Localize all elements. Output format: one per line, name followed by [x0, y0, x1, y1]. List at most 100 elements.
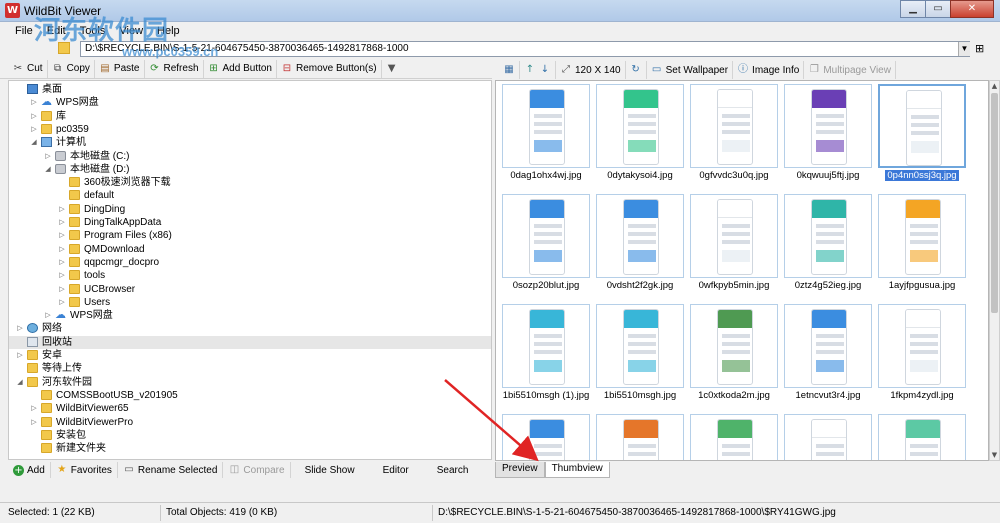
- thumbnail-size-button[interactable]: ⤢ 120 X 140: [556, 61, 626, 79]
- tree-item[interactable]: 桌面: [9, 83, 491, 96]
- scroll-down-icon[interactable]: ▼: [990, 450, 999, 460]
- paste-button[interactable]: ▤ Paste: [95, 59, 145, 78]
- expand-icon[interactable]: ▷: [29, 123, 39, 136]
- tree-item[interactable]: COMSSBootUSB_v201905: [9, 389, 491, 402]
- thumbnail-tile[interactable]: 0ztz4g52ieg.jpg: [784, 194, 872, 300]
- tree-item[interactable]: 安装包: [9, 429, 491, 442]
- expand-icon[interactable]: ▷: [57, 296, 67, 309]
- editor-button[interactable]: Editor: [369, 462, 423, 478]
- scrollbar-thumb[interactable]: [991, 93, 998, 313]
- tree-item[interactable]: 回收站: [9, 335, 491, 349]
- thumbnail-tile[interactable]: 1c0xtkoda2m.jpg: [690, 304, 778, 410]
- tree-item[interactable]: 等待上传: [9, 362, 491, 375]
- expand-icon[interactable]: ▷: [15, 349, 25, 362]
- path-dropdown-icon[interactable]: ▼: [958, 42, 970, 56]
- collapse-icon[interactable]: ◢: [15, 376, 25, 389]
- close-button[interactable]: ✕: [950, 0, 994, 18]
- expand-icon[interactable]: ▷: [43, 150, 53, 163]
- collapse-icon[interactable]: ◢: [29, 136, 39, 149]
- tree-item[interactable]: ▷ Program Files (x86): [9, 229, 491, 242]
- expand-icon[interactable]: ▷: [57, 203, 67, 216]
- expand-icon[interactable]: ▷: [43, 309, 53, 322]
- thumbnail-tile[interactable]: 0kqwuuj5ftj.jpg: [784, 84, 872, 190]
- add-favorite-button[interactable]: + Add: [8, 462, 51, 478]
- thumbnail-grid[interactable]: 0dag1ohx4wj.jpg 0dytakysoi4.jpg 0gfvvdc3u0…: [495, 80, 989, 461]
- menu-edit[interactable]: Edit: [40, 22, 73, 40]
- thumbnail-tile[interactable]: 0vdsht2f2gk.jpg: [596, 194, 684, 300]
- tree-item[interactable]: ◢ 计算机: [9, 136, 491, 149]
- expand-icon[interactable]: ▷: [15, 322, 25, 335]
- tree-item[interactable]: ▷ ☁ WPS网盘: [9, 96, 491, 109]
- set-wallpaper-button[interactable]: ▭ Set Wallpaper: [647, 61, 734, 79]
- tree-item[interactable]: ◢ 本地磁盘 (D:): [9, 163, 491, 176]
- slideshow-button[interactable]: Slide Show: [291, 462, 369, 478]
- cut-button[interactable]: ✂ Cut: [8, 59, 48, 78]
- thumbnail-tile[interactable]: 0wfkpyb5min.jpg: [690, 194, 778, 300]
- tree-item[interactable]: ▷ tools: [9, 269, 491, 282]
- tree-item[interactable]: ▷ ☁ WPS网盘: [9, 309, 491, 322]
- folder-tree[interactable]: 桌面 ▷ ☁ WPS网盘 ▷ 库 ▷ pc0359 ◢ 计算机 ▷ 本地磁盘 (C:) ◢ 本地磁盘 (D…: [8, 80, 492, 460]
- tree-item[interactable]: default: [9, 189, 491, 202]
- remove-button-button[interactable]: ⊟ Remove Button(s): [277, 59, 382, 78]
- tree-item[interactable]: ▷ UCBrowser: [9, 283, 491, 296]
- tree-item[interactable]: 360极速浏览器下载: [9, 176, 491, 189]
- maximize-button[interactable]: ▭: [925, 0, 951, 18]
- rename-selected-button[interactable]: ▭ Rename Selected: [118, 462, 224, 478]
- expand-icon[interactable]: ▷: [57, 256, 67, 269]
- path-input[interactable]: D:\$RECYCLE.BIN\S-1-5-21-604675450-38700…: [80, 41, 970, 57]
- tab-thumbview[interactable]: Thumbview: [544, 462, 610, 478]
- thumbnail-tile[interactable]: 1bi5510msgh (1).jpg: [502, 304, 590, 410]
- tree-item[interactable]: ▷ Users: [9, 296, 491, 309]
- menu-file[interactable]: File: [8, 22, 40, 40]
- tree-item[interactable]: ▷ qqpcmgr_docpro: [9, 256, 491, 269]
- view-mode-button[interactable]: ▦: [499, 61, 520, 79]
- thumbnail-tile[interactable]: 0gfvvdc3u0q.jpg: [690, 84, 778, 190]
- rotate-button[interactable]: ↻: [626, 61, 647, 79]
- compare-button[interactable]: ◫ Compare: [223, 462, 291, 478]
- thumbnail-tile[interactable]: [690, 414, 778, 460]
- sort-button[interactable]: ↑ ↓: [520, 61, 556, 79]
- tree-item[interactable]: ▷ WildBitViewer65: [9, 402, 491, 415]
- image-info-button[interactable]: ⓘ Image Info: [733, 61, 805, 79]
- tree-item[interactable]: ▷ 网络: [9, 322, 491, 335]
- thumbnail-tile[interactable]: [596, 414, 684, 460]
- expand-icon[interactable]: ▷: [57, 243, 67, 256]
- menu-tools[interactable]: Tools: [73, 22, 113, 40]
- tree-item[interactable]: ▷ 本地磁盘 (C:): [9, 150, 491, 163]
- add-button-button[interactable]: ⊞ Add Button: [204, 59, 277, 78]
- favorites-button[interactable]: ★ Favorites: [51, 462, 118, 478]
- thumbnail-tile[interactable]: 1fkpm4zydl.jpg: [878, 304, 966, 410]
- tree-item[interactable]: ◢ 河东软件园: [9, 376, 491, 389]
- tree-item[interactable]: ▷ DingDing: [9, 203, 491, 216]
- search-button[interactable]: Search: [423, 462, 483, 478]
- expand-icon[interactable]: ▷: [29, 110, 39, 123]
- expand-icon[interactable]: ▷: [29, 402, 39, 415]
- thumbnail-tile[interactable]: [878, 414, 966, 460]
- thumbnail-tile[interactable]: 0sozp20blut.jpg: [502, 194, 590, 300]
- scroll-up-icon[interactable]: ▲: [990, 81, 999, 91]
- thumbnail-tile[interactable]: [502, 414, 590, 460]
- thumbnail-tile[interactable]: [784, 414, 872, 460]
- expand-icon[interactable]: ▷: [29, 416, 39, 429]
- thumbnail-tile[interactable]: 0dag1ohx4wj.jpg: [502, 84, 590, 190]
- tree-item[interactable]: ▷ WildBitViewerPro: [9, 416, 491, 429]
- thumbnail-tile[interactable]: 1etncvut3r4.jpg: [784, 304, 872, 410]
- refresh-button[interactable]: ⟳ Refresh: [145, 59, 204, 78]
- expand-icon[interactable]: ▷: [57, 283, 67, 296]
- copy-button[interactable]: ⧉ Copy: [48, 59, 95, 78]
- tree-item[interactable]: 新建文件夹: [9, 442, 491, 455]
- thumbnail-tile[interactable]: 0p4nn0ssj3q.jpg: [878, 84, 966, 190]
- filter-button[interactable]: ▼: [382, 60, 402, 78]
- thumbnail-tile[interactable]: 0dytakysoi4.jpg: [596, 84, 684, 190]
- pin-icon[interactable]: ⊞: [975, 42, 984, 55]
- tree-item[interactable]: ▷ DingTalkAppData: [9, 216, 491, 229]
- thumbnail-tile[interactable]: 1ayjfpgusua.jpg: [878, 194, 966, 300]
- tree-item[interactable]: ▷ pc0359: [9, 123, 491, 136]
- expand-icon[interactable]: ▷: [29, 96, 39, 109]
- thumbnail-scrollbar[interactable]: ▲ ▼: [989, 80, 1000, 461]
- expand-icon[interactable]: ▷: [57, 269, 67, 282]
- tab-preview[interactable]: Preview: [495, 462, 545, 478]
- expand-icon[interactable]: ▷: [57, 216, 67, 229]
- tree-item[interactable]: ▷ 安卓: [9, 349, 491, 362]
- minimize-button[interactable]: ▁: [900, 0, 926, 18]
